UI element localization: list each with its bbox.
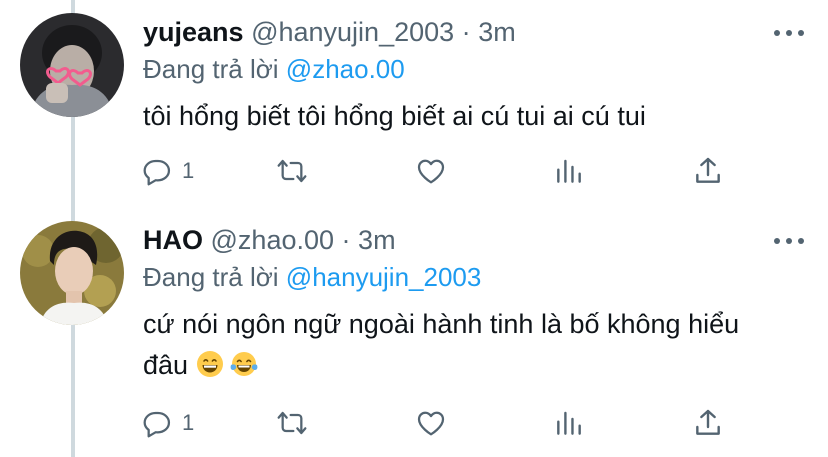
views-icon xyxy=(557,159,581,183)
replying-to-label: Đang trả lời xyxy=(143,54,279,84)
separator-dot: · xyxy=(461,17,471,47)
display-name[interactable]: yujeans xyxy=(143,17,244,47)
tweet[interactable]: HAO @zhao.00 · 3m Đang trả lời @hanyujin… xyxy=(0,208,828,457)
views-button[interactable] xyxy=(553,153,585,189)
share-button[interactable] xyxy=(692,153,724,189)
like-icon xyxy=(417,411,445,436)
replying-to-mention[interactable]: @hanyujin_2003 xyxy=(286,262,482,292)
reply-button[interactable]: 1 xyxy=(142,153,194,189)
tweet-text-line-2: đâu xyxy=(143,345,803,386)
grinning-emoji xyxy=(196,351,223,377)
reply-count: 1 xyxy=(182,158,195,183)
timestamp[interactable]: 3m xyxy=(478,17,516,47)
like-icon xyxy=(417,159,445,184)
replying-to-label: Đang trả lời xyxy=(143,262,279,292)
avatar[interactable] xyxy=(20,221,124,325)
tweet-text-line: cứ nói ngôn ngữ ngoài hành tinh là bố kh… xyxy=(143,309,740,339)
tweet-text-word: đâu xyxy=(143,350,189,380)
retweet-icon xyxy=(277,411,307,435)
reply-count: 1 xyxy=(182,410,195,435)
reply-button[interactable]: 1 xyxy=(142,405,194,441)
action-bar: 1 xyxy=(142,405,742,441)
tweet-header: yujeans @hanyujin_2003 · 3m xyxy=(143,15,516,49)
reply-icon xyxy=(143,159,171,186)
retweet-button[interactable] xyxy=(276,405,308,441)
like-button[interactable] xyxy=(415,153,447,189)
more-icon[interactable] xyxy=(774,23,804,43)
tweet-text: tôi hổng biết tôi hổng biết ai cú tui ai… xyxy=(143,101,646,131)
replying-to-mention[interactable]: @zhao.00 xyxy=(286,54,405,84)
share-icon xyxy=(696,409,720,435)
separator-dot: · xyxy=(341,225,351,255)
retweet-button[interactable] xyxy=(276,153,308,189)
replying-to: Đang trả lời @zhao.00 xyxy=(143,53,405,85)
retweet-icon xyxy=(277,159,307,183)
action-bar: 1 xyxy=(142,153,742,189)
like-button[interactable] xyxy=(415,405,447,441)
user-handle[interactable]: @zhao.00 xyxy=(211,225,335,255)
reply-icon xyxy=(143,411,171,438)
tweet-text: cứ nói ngôn ngữ ngoài hành tinh là bố kh… xyxy=(143,304,803,386)
display-name[interactable]: HAO xyxy=(143,225,203,255)
user-handle[interactable]: @hanyujin_2003 xyxy=(251,17,454,47)
share-icon xyxy=(696,157,720,183)
tears-of-joy-emoji xyxy=(230,352,257,376)
timestamp[interactable]: 3m xyxy=(358,225,396,255)
more-icon[interactable] xyxy=(774,231,804,251)
tweet[interactable]: yujeans @hanyujin_2003 · 3m Đang trả lời… xyxy=(0,0,828,208)
share-button[interactable] xyxy=(692,405,724,441)
replying-to: Đang trả lời @hanyujin_2003 xyxy=(143,261,481,293)
tweet-header: HAO @zhao.00 · 3m xyxy=(143,223,396,257)
views-icon xyxy=(557,411,581,435)
views-button[interactable] xyxy=(553,405,585,441)
avatar[interactable] xyxy=(20,13,124,117)
